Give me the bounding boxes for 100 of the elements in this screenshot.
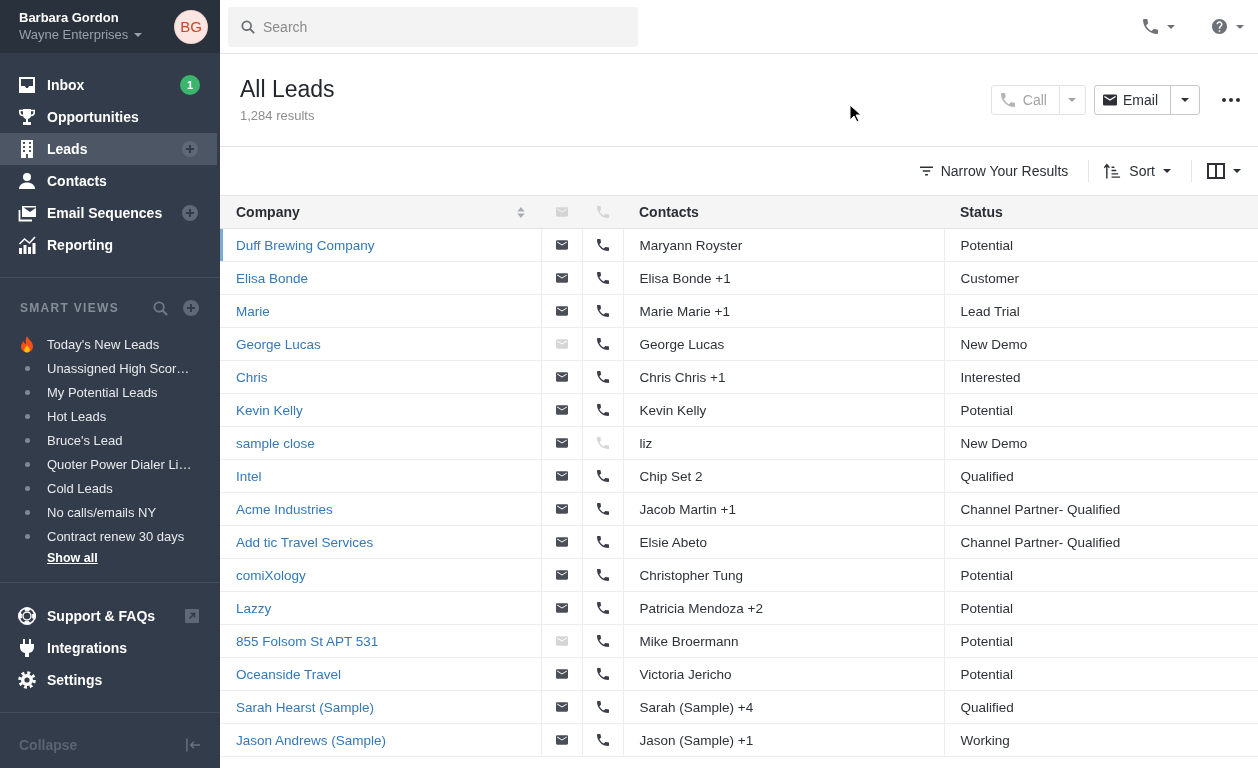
- smart-view-item[interactable]: Quoter Power Dialer Li…: [0, 452, 220, 476]
- table-cell: Marie Marie +1: [623, 294, 944, 328]
- nav-item[interactable]: Inbox 1: [0, 69, 220, 101]
- nav-item[interactable]: Opportunities: [0, 101, 220, 133]
- phone-icon[interactable]: [596, 371, 609, 383]
- fire-icon: [20, 335, 34, 353]
- company-link[interactable]: Elisa Bonde: [236, 270, 309, 286]
- nav-item[interactable]: Reporting: [0, 229, 220, 261]
- company-link[interactable]: Chris: [236, 369, 268, 385]
- envelope-icon[interactable]: [555, 438, 568, 448]
- company-cell[interactable]: Sarah Hearst (Sample): [220, 690, 541, 724]
- help-menu-button[interactable]: [1212, 19, 1244, 34]
- envelope-icon[interactable]: [555, 372, 568, 382]
- envelope-icon[interactable]: [555, 306, 568, 316]
- envelope-icon[interactable]: [555, 537, 568, 547]
- nav-item[interactable]: Support & FAQs: [0, 600, 220, 632]
- envelope-icon[interactable]: [555, 273, 568, 283]
- table-cell: Potential: [944, 558, 1258, 592]
- company-cell[interactable]: 855 Folsom St APT 531: [220, 624, 541, 658]
- nav-item[interactable]: Leads: [0, 133, 217, 165]
- envelope-icon[interactable]: [555, 702, 568, 712]
- phone-icon[interactable]: [596, 239, 609, 251]
- nav-item[interactable]: Integrations: [0, 632, 220, 664]
- search-icon[interactable]: [153, 300, 168, 316]
- envelope-icon[interactable]: [555, 405, 568, 415]
- company-cell[interactable]: comiXology: [220, 558, 541, 592]
- dropdown-button[interactable]: [1170, 85, 1200, 115]
- phone-icon[interactable]: [596, 305, 609, 317]
- company-link[interactable]: Add tic Travel Services: [236, 534, 374, 550]
- columns-button[interactable]: [1207, 163, 1241, 179]
- phone-icon[interactable]: [596, 404, 609, 416]
- company-link[interactable]: Marie: [236, 303, 270, 319]
- phone-icon[interactable]: [596, 272, 609, 284]
- company-link[interactable]: Intel: [236, 468, 262, 484]
- company-cell[interactable]: sample close: [220, 426, 541, 460]
- column-header[interactable]: Company: [220, 196, 541, 228]
- company-link[interactable]: 855 Folsom St APT 531: [236, 633, 379, 649]
- smart-view-item[interactable]: Today's New Leads: [0, 332, 220, 356]
- smart-view-item[interactable]: My Potential Leads: [0, 380, 220, 404]
- phone-icon[interactable]: [596, 668, 609, 680]
- phone-icon[interactable]: [596, 536, 609, 548]
- nav-item[interactable]: Settings: [0, 664, 220, 696]
- column-header[interactable]: Contacts: [623, 196, 944, 228]
- company-link[interactable]: Lazzy: [236, 600, 272, 616]
- filter-button[interactable]: Narrow Your Results: [919, 163, 1069, 179]
- nav-item[interactable]: Email Sequences: [0, 197, 220, 229]
- company-link[interactable]: sample close: [236, 435, 315, 451]
- company-cell[interactable]: Duff Brewing Company: [220, 228, 541, 262]
- company-cell[interactable]: Intel: [220, 459, 541, 493]
- company-cell[interactable]: Oceanside Travel: [220, 657, 541, 691]
- smart-view-item[interactable]: Unassigned High Scor…: [0, 356, 220, 380]
- smart-view-item[interactable]: Cold Leads: [0, 476, 220, 500]
- envelope-icon[interactable]: [555, 471, 568, 481]
- envelope-icon[interactable]: [555, 735, 568, 745]
- company-link[interactable]: Acme Industries: [236, 501, 333, 517]
- envelope-icon[interactable]: [555, 240, 568, 250]
- company-cell[interactable]: Lazzy: [220, 591, 541, 625]
- phone-icon[interactable]: [596, 602, 609, 614]
- company-cell[interactable]: Add tic Travel Services: [220, 525, 541, 559]
- avatar[interactable]: BG: [175, 10, 207, 43]
- email-button[interactable]: Email: [1094, 85, 1171, 115]
- company-cell[interactable]: George Lucas: [220, 327, 541, 361]
- phone-icon[interactable]: [596, 569, 609, 581]
- organization-switcher[interactable]: Wayne Enterprises: [19, 26, 143, 43]
- company-cell[interactable]: Elisa Bonde: [220, 261, 541, 295]
- column-header[interactable]: Status: [944, 196, 1258, 228]
- phone-icon[interactable]: [596, 338, 609, 350]
- company-cell[interactable]: Chris: [220, 360, 541, 394]
- company-link[interactable]: Sarah Hearst (Sample): [236, 699, 375, 715]
- phone-icon[interactable]: [596, 701, 609, 713]
- company-cell[interactable]: Jason Andrews (Sample): [220, 723, 541, 757]
- envelope-icon[interactable]: [555, 669, 568, 679]
- phone-menu-button[interactable]: [1143, 19, 1175, 34]
- search-field[interactable]: Search: [228, 6, 638, 47]
- more-icon: [1222, 98, 1240, 102]
- company-cell[interactable]: Acme Industries: [220, 492, 541, 526]
- envelope-icon[interactable]: [555, 504, 568, 514]
- company-link[interactable]: Kevin Kelly: [236, 402, 303, 418]
- bullet-icon: [24, 365, 30, 371]
- company-cell[interactable]: Marie: [220, 294, 541, 328]
- smart-view-item[interactable]: Bruce's Lead: [0, 428, 220, 452]
- company-link[interactable]: comiXology: [236, 567, 306, 583]
- phone-icon[interactable]: [596, 470, 609, 482]
- company-link[interactable]: George Lucas: [236, 336, 321, 352]
- phone-icon[interactable]: [596, 635, 609, 647]
- phone-icon[interactable]: [596, 503, 609, 515]
- sort-button[interactable]: Sort: [1104, 163, 1171, 179]
- company-link[interactable]: Duff Brewing Company: [236, 237, 375, 253]
- smart-view-item[interactable]: Contract renew 30 days: [0, 524, 220, 548]
- company-cell[interactable]: Kevin Kelly: [220, 393, 541, 427]
- table-cell: liz: [623, 426, 944, 460]
- show-all-link[interactable]: Show all: [47, 551, 98, 565]
- company-link[interactable]: Jason Andrews (Sample): [236, 732, 387, 748]
- smart-view-item[interactable]: Hot Leads: [0, 404, 220, 428]
- envelope-icon[interactable]: [555, 570, 568, 580]
- envelope-icon[interactable]: [555, 603, 568, 613]
- company-link[interactable]: Oceanside Travel: [236, 666, 342, 682]
- phone-icon[interactable]: [596, 734, 609, 746]
- nav-item[interactable]: Contacts: [0, 165, 220, 197]
- smart-view-item[interactable]: No calls/emails NY: [0, 500, 220, 524]
